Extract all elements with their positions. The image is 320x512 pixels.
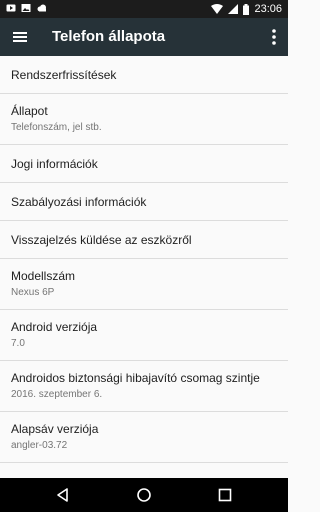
list-item-title: Visszajelzés küldése az eszközről	[11, 232, 192, 247]
list-item-model-number[interactable]: Modellszám Nexus 6P	[0, 259, 288, 310]
battery-icon	[243, 3, 250, 15]
navigation-bar	[0, 478, 288, 512]
list-item-security-patch-level[interactable]: Androidos biztonsági hibajavító csomag s…	[0, 361, 288, 412]
settings-list: Rendszerfrissítések Állapot Telefonszám,…	[0, 56, 288, 478]
list-item-regulatory-info[interactable]: Szabályozási információk	[0, 183, 288, 221]
list-item-system-updates[interactable]: Rendszerfrissítések	[0, 56, 288, 94]
list-item-title: Rendszerfrissítések	[11, 67, 117, 82]
list-item-title: Szabályozási információk	[11, 194, 147, 209]
list-item-status[interactable]: Állapot Telefonszám, jel stb.	[0, 94, 288, 145]
list-item-title: Alapsáv verziója	[11, 422, 99, 436]
status-bar: 23:06	[0, 0, 288, 18]
back-icon[interactable]	[55, 487, 71, 503]
image-icon	[21, 4, 31, 12]
cloud-icon	[37, 4, 46, 12]
hamburger-menu-icon[interactable]	[12, 29, 28, 45]
list-item-baseband-version[interactable]: Alapsáv verziója angler-03.72	[0, 412, 288, 463]
list-item-title: Jogi információk	[11, 156, 98, 171]
list-item-subtitle: 7.0	[11, 338, 25, 349]
wifi-icon	[211, 4, 224, 14]
list-item-subtitle: 2016. szeptember 6.	[11, 389, 103, 400]
more-options-icon[interactable]	[270, 28, 278, 46]
page-title: Telefon állapota	[52, 28, 166, 45]
home-icon[interactable]	[136, 487, 152, 503]
list-item-title: Androidos biztonsági hibajavító csomag s…	[11, 371, 260, 385]
list-item-subtitle: Telefonszám, jel stb.	[11, 122, 102, 133]
app-bar: Telefon állapota	[0, 18, 288, 56]
list-item-title: Modellszám	[11, 269, 76, 283]
status-time: 23:06	[254, 3, 282, 15]
list-item-subtitle: Nexus 6P	[11, 287, 55, 298]
list-item-legal-info[interactable]: Jogi információk	[0, 145, 288, 183]
list-item-subtitle: angler-03.72	[11, 440, 68, 451]
list-item-send-feedback[interactable]: Visszajelzés küldése az eszközről	[0, 221, 288, 259]
list-item-title: Állapot	[11, 104, 48, 118]
recents-icon[interactable]	[217, 487, 233, 503]
play-store-icon	[6, 4, 16, 12]
signal-icon	[228, 4, 239, 14]
list-item-title: Android verziója	[11, 320, 98, 334]
list-item-android-version[interactable]: Android verziója 7.0	[0, 310, 288, 361]
